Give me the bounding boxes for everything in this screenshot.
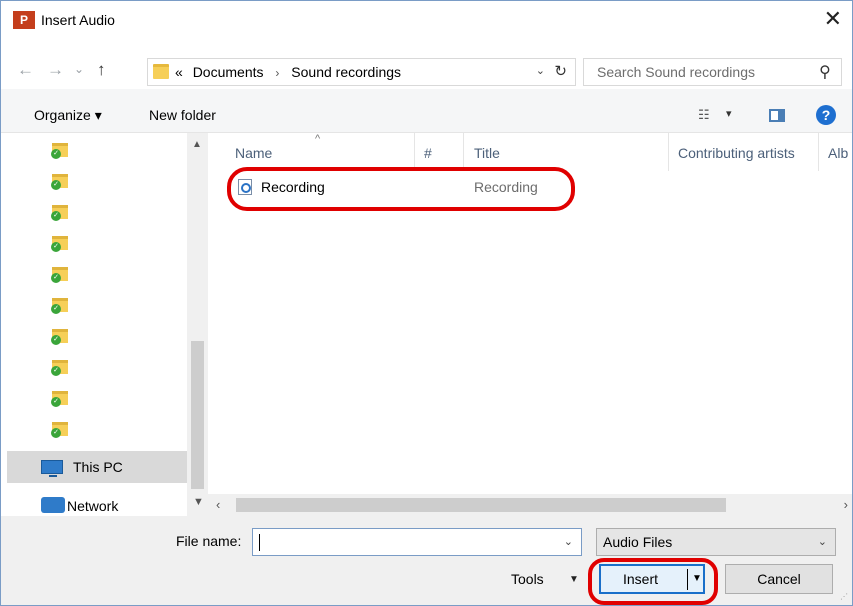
insert-button-label: Insert	[623, 571, 659, 587]
view-options-dropdown-icon[interactable]: ▾	[726, 107, 732, 120]
cancel-button-label: Cancel	[757, 571, 801, 587]
file-title-cell: Recording	[474, 179, 538, 195]
tools-dropdown-icon[interactable]: ▼	[569, 574, 579, 585]
text-caret	[259, 534, 260, 551]
forward-arrow-icon[interactable]: →	[47, 61, 64, 79]
breadcrumb-overflow[interactable]: «	[175, 64, 183, 80]
breadcrumb-sound-recordings[interactable]: Sound recordings	[291, 64, 401, 80]
navigation-pane: ✓ ✓ ✓ ✓ ✓ ✓ ✓ ✓ ✓ ✓ This PC Network ▲	[1, 133, 208, 516]
file-list: ^ Name # Title Contributing artists Alb …	[208, 133, 852, 494]
scroll-up-icon[interactable]: ▲	[192, 139, 202, 150]
onedrive-folder-icon[interactable]: ✓	[51, 142, 68, 159]
address-bar[interactable]: « Documents › Sound recordings ⌄ ↻	[147, 58, 576, 86]
onedrive-folder-icon[interactable]: ✓	[51, 359, 68, 376]
network-icon	[41, 497, 65, 513]
back-arrow-icon[interactable]: ←	[17, 61, 34, 79]
powerpoint-icon: P	[13, 11, 35, 29]
scrollbar-thumb[interactable]	[191, 341, 204, 489]
column-divider[interactable]	[463, 133, 464, 171]
refresh-icon[interactable]: ↻	[554, 62, 567, 80]
file-name-input[interactable]: ⌄	[252, 528, 582, 556]
file-list-horizontal-scrollbar[interactable]: ‹ ›	[208, 494, 852, 516]
onedrive-folder-icon[interactable]: ✓	[51, 421, 68, 438]
folder-icon	[153, 64, 169, 79]
scroll-down-icon[interactable]: ▼	[193, 496, 204, 508]
onedrive-folder-icon[interactable]: ✓	[51, 328, 68, 345]
tools-button[interactable]: Tools	[511, 571, 544, 587]
file-type-dropdown-chevron-icon[interactable]: ⌄	[818, 535, 827, 548]
new-folder-button[interactable]: New folder	[149, 107, 216, 123]
scroll-right-icon[interactable]: ›	[844, 497, 848, 512]
breadcrumb-documents[interactable]: Documents	[193, 64, 264, 80]
breadcrumb-separator-icon[interactable]: ›	[275, 66, 279, 80]
audio-file-icon	[238, 179, 252, 195]
onedrive-folder-icon[interactable]: ✓	[51, 297, 68, 314]
preview-pane-icon[interactable]	[769, 109, 785, 122]
resize-grip-icon[interactable]: ⋰	[840, 592, 848, 601]
column-header-number[interactable]: #	[424, 145, 432, 161]
column-divider[interactable]	[668, 133, 669, 171]
scroll-left-icon[interactable]: ‹	[216, 497, 220, 512]
up-arrow-icon[interactable]: ↑	[97, 61, 106, 79]
computer-icon	[41, 460, 63, 477]
onedrive-folder-icon[interactable]: ✓	[51, 390, 68, 407]
address-dropdown-chevron-icon[interactable]: ⌄	[536, 64, 545, 77]
navigation-pane-scrollbar[interactable]: ▲	[187, 133, 208, 516]
column-header-contributing-artists[interactable]: Contributing artists	[678, 145, 795, 161]
title-bar: P Insert Audio ✕	[1, 1, 852, 39]
file-name-dropdown-chevron-icon[interactable]: ⌄	[564, 535, 573, 548]
insert-button[interactable]: Insert ▼	[599, 564, 705, 594]
cancel-button[interactable]: Cancel	[725, 564, 833, 594]
search-input[interactable]: Search Sound recordings ⚲	[583, 58, 842, 86]
insert-audio-dialog: P Insert Audio ✕ ← → ⌄ ↑ « Documents › S…	[0, 0, 853, 606]
split-divider	[687, 569, 688, 590]
file-name-cell: Recording	[261, 179, 325, 195]
nav-item-this-pc[interactable]: This PC	[7, 451, 187, 483]
scrollbar-thumb[interactable]	[236, 498, 726, 512]
column-divider[interactable]	[414, 133, 415, 171]
window-title: Insert Audio	[41, 12, 115, 28]
dialog-footer: File name: ⌄ Audio Files ⌄ Tools ▼ Inser…	[1, 516, 852, 605]
search-icon[interactable]: ⚲	[819, 62, 831, 82]
file-type-select[interactable]: Audio Files ⌄	[596, 528, 836, 556]
recent-locations-chevron-icon[interactable]: ⌄	[74, 60, 84, 78]
onedrive-folder-icon[interactable]: ✓	[51, 266, 68, 283]
sort-ascending-icon: ^	[315, 133, 321, 145]
onedrive-folder-icon[interactable]: ✓	[51, 235, 68, 252]
search-placeholder: Search Sound recordings	[597, 64, 755, 80]
breadcrumb: « Documents › Sound recordings	[175, 64, 401, 80]
help-icon[interactable]: ?	[816, 105, 836, 125]
column-header-name[interactable]: Name	[235, 145, 272, 161]
onedrive-folder-icon[interactable]: ✓	[51, 204, 68, 221]
close-icon[interactable]: ✕	[824, 7, 842, 31]
organize-button[interactable]: Organize ▾	[34, 107, 102, 124]
nav-item-label: This PC	[73, 459, 123, 475]
file-name-label: File name:	[176, 533, 242, 549]
onedrive-folder-icon[interactable]: ✓	[51, 173, 68, 190]
file-type-value: Audio Files	[603, 534, 673, 550]
insert-dropdown-icon[interactable]: ▼	[692, 573, 702, 584]
column-header-title[interactable]: Title	[474, 145, 500, 161]
nav-item-network[interactable]: Network	[67, 498, 118, 514]
address-row: ← → ⌄ ↑ « Documents › Sound recordings ⌄…	[1, 39, 852, 89]
command-toolbar: Organize ▾ New folder ☷ ▾ ?	[1, 89, 852, 133]
column-header-album[interactable]: Alb	[828, 145, 848, 161]
view-options-icon[interactable]: ☷	[698, 107, 710, 123]
file-row-recording[interactable]: Recording Recording	[230, 174, 570, 200]
column-divider[interactable]	[818, 133, 819, 171]
